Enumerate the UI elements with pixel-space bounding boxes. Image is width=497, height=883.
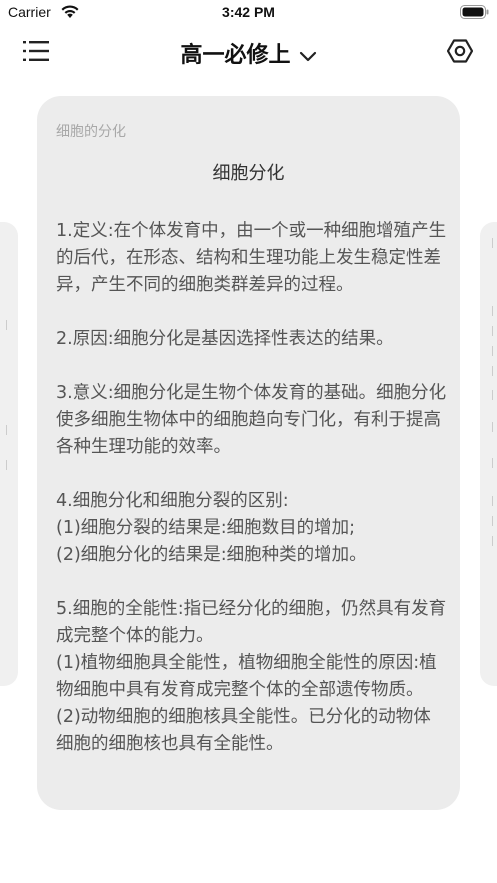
next-card-text [492, 536, 497, 546]
content-card[interactable]: 细胞的分化 细胞分化 1.定义:在个体发育中，由一个或一种细胞增殖产生的后代，在… [37, 96, 460, 810]
card-paragraph: 2.原因:细胞分化是基因选择性表达的结果。 [56, 326, 448, 353]
clock: 3:42 PM [222, 4, 275, 20]
next-card-text [492, 346, 497, 356]
card-paragraph-line: 1.定义:在个体发育中，由一个或一种细胞增殖产生的后代，在形态、结构和生理功能上… [56, 221, 447, 295]
next-card-text [492, 516, 497, 526]
page-title: 高一必修上 [180, 43, 291, 68]
chevron-down-icon [299, 51, 316, 62]
card-paragraph: 4.细胞分化和细胞分裂的区别: (1)细胞分裂的结果是:细胞数目的增加; (2)细胞… [56, 488, 448, 569]
card-paragraph: 3.意义:细胞分化是生物个体发育的基础。细胞分化使多细胞生物体中的细胞趋向专门化… [56, 380, 448, 461]
previous-card[interactable] [0, 222, 18, 686]
next-card-text [492, 422, 497, 432]
card-paragraph: 1.定义:在个体发育中，由一个或一种细胞增殖产生的后代，在形态、结构和生理功能上… [56, 218, 448, 299]
card-title: 细胞分化 [212, 163, 285, 184]
card-paragraph-line: 4.细胞分化和细胞分裂的区别: [56, 491, 289, 511]
previous-card-text [6, 320, 12, 330]
card-paragraph: 5.细胞的全能性:指已经分化的细胞，仍然具有发育成完整个体的能力。 (1)植物细胞… [56, 596, 448, 758]
settings-icon[interactable] [447, 38, 473, 64]
card-paragraph-line: (2)动物细胞的细胞核具全能性。已分化的动物体细胞的细胞核也具有全能性。 [56, 707, 431, 754]
card-paragraph-line: (1)细胞分裂的结果是:细胞数目的增加; [56, 518, 356, 538]
next-card-text [492, 458, 497, 468]
previous-card-text [6, 460, 12, 470]
previous-card-text [6, 425, 12, 435]
card-paragraph-line: 3.意义:细胞分化是生物个体发育的基础。细胞分化使多细胞生物体中的细胞趋向专门化… [56, 383, 447, 457]
next-card-text [492, 496, 497, 506]
book-selector[interactable]: 高一必修上 [0, 37, 497, 69]
card-paragraph-line: 2.原因:细胞分化是基因选择性表达的结果。 [56, 329, 394, 349]
next-card-text [492, 390, 497, 400]
next-card-text [492, 238, 497, 248]
card-paragraph-line: (1)植物细胞具全能性，植物细胞全能性的原因:植物细胞中具有发育成完整个体的全部… [56, 653, 437, 700]
next-card[interactable] [480, 222, 497, 686]
next-card-text [492, 366, 497, 376]
card-category: 细胞的分化 [56, 124, 126, 140]
card-paragraph-line: 5.细胞的全能性:指已经分化的细胞，仍然具有发育成完整个体的能力。 [56, 599, 447, 646]
next-card-text [492, 326, 497, 336]
status-bar: Carrier 3:42 PM [0, 0, 497, 26]
next-card-text [492, 306, 497, 316]
battery-icon [460, 5, 489, 19]
card-body[interactable]: 1.定义:在个体发育中，由一个或一种细胞增殖产生的后代，在形态、结构和生理功能上… [56, 218, 448, 785]
nav-bar: 高一必修上 [0, 30, 497, 74]
card-paragraph-line: (2)细胞分化的结果是:细胞种类的增加。 [56, 545, 367, 565]
